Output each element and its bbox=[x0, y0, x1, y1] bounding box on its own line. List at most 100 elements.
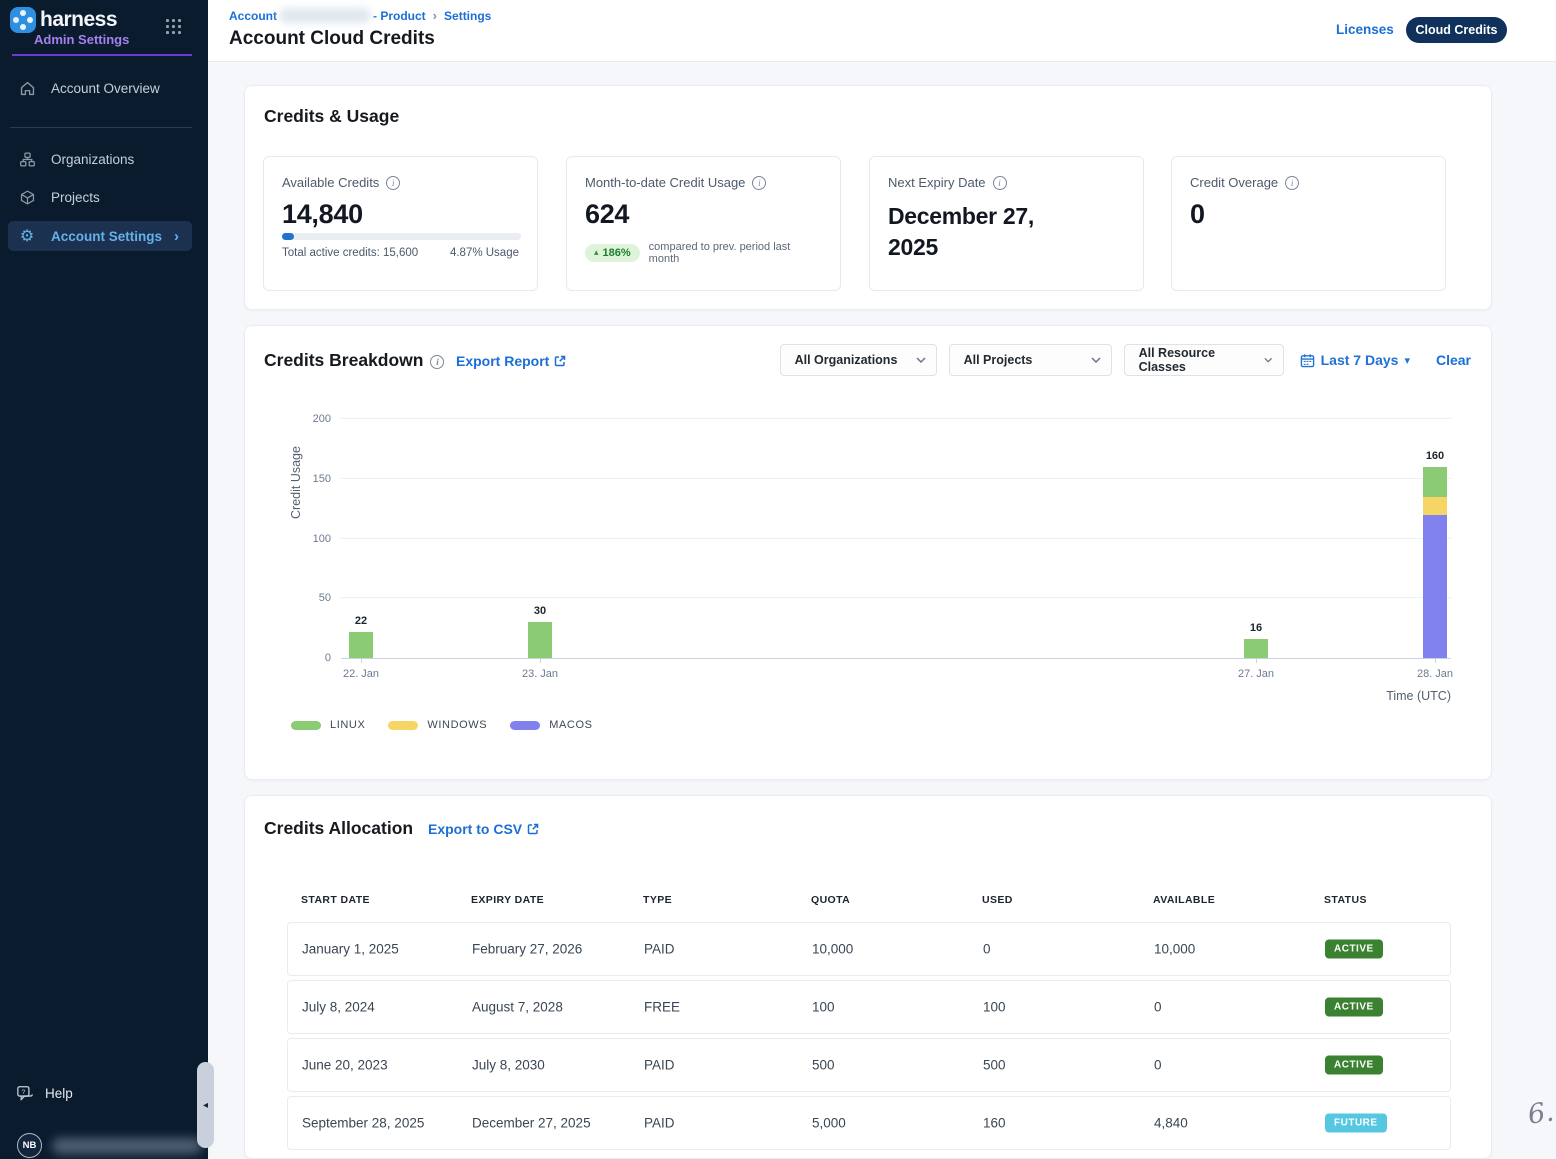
legend-item-linux[interactable]: LINUX bbox=[291, 719, 365, 731]
table-cell: July 8, 2030 bbox=[472, 1058, 545, 1073]
gridline bbox=[341, 597, 1451, 598]
status-badge: ACTIVE bbox=[1325, 940, 1383, 959]
breadcrumb-product[interactable]: - Product bbox=[373, 9, 426, 23]
legend-label: LINUX bbox=[330, 719, 365, 731]
table-cell: July 8, 2024 bbox=[302, 1000, 375, 1015]
table-row: September 28, 2025December 27, 2025PAID5… bbox=[287, 1096, 1451, 1150]
credits-breakdown-section: Credits Breakdowni Export Report All Org… bbox=[244, 325, 1492, 780]
sidebar-item-account-settings[interactable]: ⚙ Account Settings › bbox=[8, 221, 192, 251]
help-label: Help bbox=[45, 1086, 73, 1101]
external-link-icon bbox=[527, 823, 539, 835]
gridline bbox=[341, 478, 1451, 479]
y-tick-label: 100 bbox=[297, 533, 331, 545]
projects-icon bbox=[18, 188, 36, 206]
avatar[interactable]: NB bbox=[17, 1133, 42, 1158]
legend-item-macos[interactable]: MACOS bbox=[510, 719, 592, 731]
column-header: QUOTA bbox=[811, 894, 850, 906]
legend-swatch bbox=[388, 721, 418, 730]
harness-logo[interactable]: harness bbox=[10, 7, 117, 33]
legend-item-windows[interactable]: WINDOWS bbox=[388, 719, 487, 731]
stat-label: Month-to-date Credit Usage bbox=[585, 175, 745, 190]
stat-value: 0 bbox=[1190, 199, 1427, 230]
section-title: Credits Breakdowni bbox=[264, 350, 444, 371]
breadcrumb-separator: › bbox=[433, 8, 437, 23]
help-button[interactable]: ? Help bbox=[16, 1085, 73, 1102]
table-cell: 0 bbox=[1154, 1000, 1162, 1015]
info-icon[interactable]: i bbox=[1285, 176, 1299, 190]
sidebar-item-account-overview[interactable]: Account Overview bbox=[8, 73, 192, 103]
bar-27-Jan[interactable]: 16 bbox=[1244, 622, 1268, 658]
clear-filters-link[interactable]: Clear bbox=[1436, 352, 1471, 368]
bar-28-Jan[interactable]: 160 bbox=[1423, 450, 1447, 658]
table-cell: 500 bbox=[983, 1058, 1006, 1073]
bar-segment-linux[interactable] bbox=[349, 632, 373, 658]
bar-segment-linux[interactable] bbox=[1423, 467, 1447, 497]
table-cell: February 27, 2026 bbox=[472, 942, 582, 957]
module-subtitle: Admin Settings bbox=[34, 32, 129, 47]
bar-23-Jan[interactable]: 30 bbox=[528, 605, 552, 658]
info-icon[interactable]: i bbox=[993, 176, 1007, 190]
table-cell: June 20, 2023 bbox=[302, 1058, 388, 1073]
legend-label: MACOS bbox=[549, 719, 592, 731]
table-cell: PAID bbox=[644, 1058, 675, 1073]
bar-segment-linux[interactable] bbox=[528, 622, 552, 658]
x-tick-label: 27. Jan bbox=[1221, 668, 1291, 680]
bar-segment-macos[interactable] bbox=[1423, 515, 1447, 658]
available-credits-card: Available Creditsi 14,840 Total active c… bbox=[263, 156, 538, 291]
info-icon[interactable]: i bbox=[752, 176, 766, 190]
table-cell: 0 bbox=[1154, 1058, 1162, 1073]
bar-segment-linux[interactable] bbox=[1244, 639, 1268, 658]
module-grid-icon[interactable] bbox=[166, 19, 181, 34]
stat-label: Credit Overage bbox=[1190, 175, 1278, 190]
bar-22-Jan[interactable]: 22 bbox=[349, 615, 373, 658]
sidebar-collapse-handle[interactable]: ◂ bbox=[197, 1062, 214, 1148]
breadcrumb-settings[interactable]: Settings bbox=[444, 9, 491, 23]
table-cell: 0 bbox=[983, 942, 991, 957]
resource-classes-select[interactable]: All Resource Classes bbox=[1124, 344, 1284, 376]
organizations-select[interactable]: All Organizations bbox=[780, 344, 937, 376]
x-axis-title: Time (UTC) bbox=[1361, 689, 1451, 703]
cloud-credits-button[interactable]: Cloud Credits bbox=[1406, 17, 1507, 43]
y-tick-label: 150 bbox=[297, 473, 331, 485]
stray-annotation: 6. bbox=[1526, 1096, 1556, 1130]
column-header: START DATE bbox=[301, 894, 370, 906]
sidebar-item-organizations[interactable]: Organizations bbox=[8, 144, 192, 174]
bar-segment-windows[interactable] bbox=[1423, 497, 1447, 515]
column-header: USED bbox=[982, 894, 1013, 906]
sidebar-item-label: Account Overview bbox=[51, 81, 160, 96]
external-link-icon bbox=[554, 355, 566, 367]
info-icon[interactable]: i bbox=[430, 355, 444, 369]
y-tick-label: 200 bbox=[297, 413, 331, 425]
projects-select[interactable]: All Projects bbox=[949, 344, 1112, 376]
sidebar: harness Admin Settings Account Overview … bbox=[0, 0, 208, 1159]
column-header: EXPIRY DATE bbox=[471, 894, 544, 906]
column-header: TYPE bbox=[643, 894, 672, 906]
usage-percent: 4.87% Usage bbox=[450, 247, 519, 259]
breadcrumb-account[interactable]: Account bbox=[229, 9, 277, 23]
credits-allocation-section: Credits Allocation Export to CSV START D… bbox=[244, 795, 1492, 1159]
sidebar-item-label: Organizations bbox=[51, 152, 134, 167]
sidebar-item-projects[interactable]: Projects bbox=[8, 182, 192, 212]
date-range-picker[interactable]: Last 7 Days ▾ bbox=[1300, 352, 1410, 368]
allocation-table: START DATEEXPIRY DATETYPEQUOTAUSEDAVAILA… bbox=[287, 894, 1451, 1154]
table-row: July 8, 2024August 7, 2028FREE1001000ACT… bbox=[287, 980, 1451, 1034]
gear-icon: ⚙ bbox=[18, 227, 36, 245]
table-cell-status: FUTURE bbox=[1325, 1114, 1387, 1133]
brand-name: harness bbox=[40, 8, 117, 32]
stat-label: Available Credits bbox=[282, 175, 379, 190]
chart-filters: All Organizations All Projects All Resou… bbox=[768, 344, 1471, 376]
chart-legend: LINUX WINDOWS MACOS bbox=[291, 719, 616, 731]
credit-overage-card: Credit Overage i 0 bbox=[1171, 156, 1446, 291]
table-cell-status: ACTIVE bbox=[1325, 998, 1383, 1017]
table-cell: 100 bbox=[983, 1000, 1006, 1015]
app-root: harness Admin Settings Account Overview … bbox=[0, 0, 1556, 1159]
table-cell: PAID bbox=[644, 1116, 675, 1131]
export-csv-link[interactable]: Export to CSV bbox=[428, 821, 539, 837]
info-icon[interactable]: i bbox=[386, 176, 400, 190]
status-badge: ACTIVE bbox=[1325, 998, 1383, 1017]
licenses-link[interactable]: Licenses bbox=[1336, 22, 1394, 37]
sidebar-item-label: Projects bbox=[51, 190, 100, 205]
table-cell: September 28, 2025 bbox=[302, 1116, 424, 1131]
export-report-link[interactable]: Export Report bbox=[456, 353, 566, 369]
sidebar-divider bbox=[10, 127, 192, 128]
